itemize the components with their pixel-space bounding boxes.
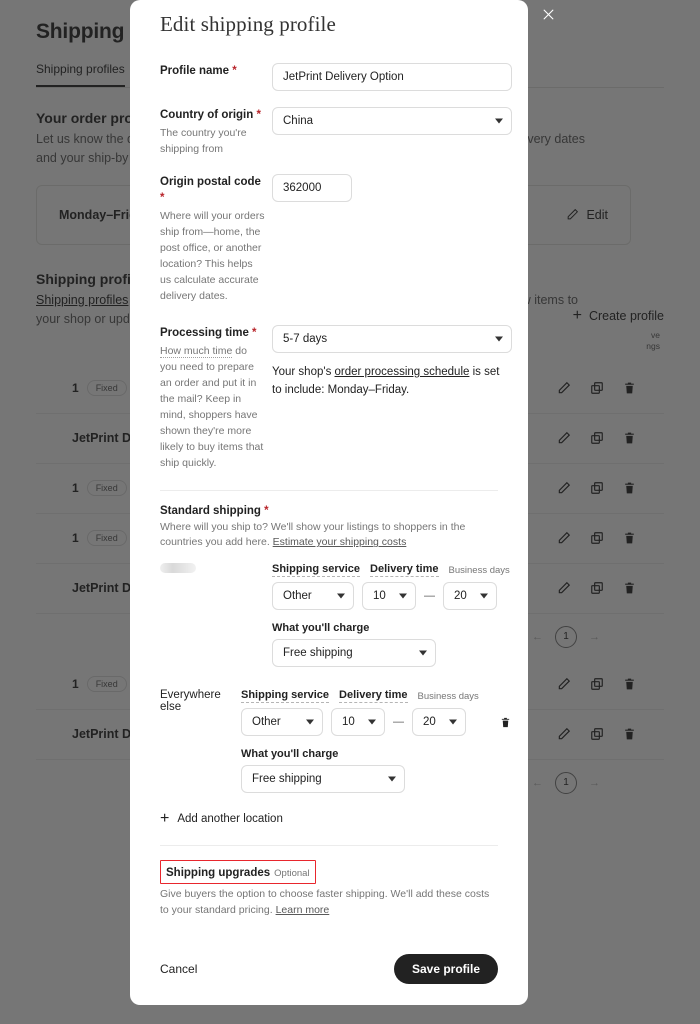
country-of-origin-help: The country you're shipping from	[160, 127, 247, 156]
save-profile-button[interactable]: Save profile	[393, 954, 498, 984]
modal-footer: Cancel Save profile	[130, 933, 528, 1005]
processing-time-field: Processing time * How much time do you n…	[146, 305, 512, 472]
shipping-service-label: Shipping service	[241, 689, 330, 704]
chevron-down-icon	[388, 776, 396, 782]
chevron-down-icon	[368, 719, 376, 725]
shipping-upgrades-description: Give buyers the option to choose faster …	[160, 888, 490, 916]
dialog-title: Edit shipping profile	[160, 12, 336, 36]
optional-tag: Optional	[274, 868, 310, 880]
chevron-down-icon	[399, 593, 407, 599]
delete-location-icon[interactable]	[498, 716, 512, 729]
shipping-service-label: Shipping service	[272, 563, 361, 578]
shipping-upgrades-section: Shipping upgrades Optional Give buyers th…	[146, 846, 512, 919]
chevron-down-icon	[419, 650, 427, 656]
profile-name-input[interactable]: JetPrint Delivery Option	[272, 63, 512, 91]
edit-shipping-profile-dialog: Edit shipping profile Profile name * Jet…	[130, 0, 528, 1005]
country-of-origin-select[interactable]: China	[272, 107, 512, 135]
chevron-down-icon	[495, 336, 503, 342]
origin-postal-code-input[interactable]: 362000	[272, 174, 352, 202]
shipping-location-name: Everywhere else	[160, 689, 221, 714]
estimate-shipping-costs-link[interactable]: Estimate your shipping costs	[273, 536, 407, 548]
processing-time-label: Processing time *	[160, 326, 257, 339]
country-of-origin-label: Country of origin *	[160, 109, 261, 121]
add-location-label: Add another location	[177, 813, 283, 826]
shipping-location-row: Shipping service Delivery time Business …	[146, 551, 512, 668]
required-marker: *	[252, 326, 257, 339]
origin-postal-code-field: Origin postal code * Where will your ord…	[146, 158, 512, 305]
cancel-button[interactable]: Cancel	[160, 962, 197, 976]
modal-body: Edit shipping profile Profile name * Jet…	[130, 0, 528, 933]
required-marker: *	[256, 109, 261, 121]
chevron-down-icon	[306, 719, 314, 725]
range-dash: —	[424, 590, 435, 603]
chevron-down-icon	[480, 593, 488, 599]
loading-skeleton	[160, 563, 196, 574]
business-days-label: Business days	[448, 565, 510, 577]
delivery-max-select[interactable]: 20	[412, 708, 466, 737]
standard-shipping-section: Standard shipping * Where will you ship …	[146, 491, 512, 552]
shipping-upgrades-title: Shipping upgrades	[166, 867, 271, 880]
processing-time-select[interactable]: 5-7 days	[272, 324, 512, 353]
required-marker: *	[232, 65, 237, 77]
shipping-upgrade-row: Destination International Upgrade Fast S…	[146, 919, 512, 934]
shipping-location-name	[146, 563, 272, 667]
profile-name-field: Profile name * JetPrint Delivery Option	[146, 37, 512, 91]
processing-time-help-emphasis: How much time	[160, 345, 233, 358]
processing-time-help: How much time do you need to prepare an …	[160, 345, 264, 469]
shipping-service-select[interactable]: Other	[241, 708, 323, 737]
country-of-origin-field: Country of origin * The country you're s…	[146, 91, 512, 158]
shipping-service-select[interactable]: Other	[272, 582, 354, 611]
delivery-time-label: Delivery time	[370, 563, 439, 578]
charge-label: What you'll charge	[241, 748, 339, 761]
range-dash: —	[393, 716, 404, 729]
shipping-upgrades-highlight: Shipping upgrades Optional	[160, 860, 316, 885]
delivery-min-select[interactable]: 10	[331, 708, 385, 737]
learn-more-link[interactable]: Learn more	[276, 904, 330, 916]
business-days-label: Business days	[417, 691, 479, 703]
processing-schedule-note: Your shop's order processing schedule is…	[272, 365, 500, 397]
origin-postal-code-help: Where will your orders ship from—home, t…	[160, 210, 265, 302]
processing-time-value: 5-7 days	[283, 332, 328, 345]
close-icon[interactable]	[536, 2, 560, 26]
profile-name-label: Profile name *	[160, 65, 237, 77]
add-another-location-button[interactable]: + Add another location	[146, 793, 512, 827]
charge-label: What you'll charge	[272, 622, 370, 635]
plus-icon: +	[160, 810, 170, 828]
standard-shipping-description: Where will you ship to? We'll show your …	[160, 520, 466, 549]
delivery-min-select[interactable]: 10	[362, 582, 416, 611]
chevron-down-icon	[337, 593, 345, 599]
origin-postal-code-label: Origin postal code *	[160, 176, 261, 205]
required-marker: *	[264, 504, 269, 517]
order-processing-schedule-link[interactable]: order processing schedule	[335, 366, 470, 378]
delivery-max-select[interactable]: 20	[443, 582, 497, 611]
required-marker: *	[160, 192, 165, 205]
charge-select[interactable]: Free shipping	[241, 765, 405, 794]
shipping-location-row: Everywhere else Shipping service Deliver…	[146, 667, 512, 794]
charge-select[interactable]: Free shipping	[272, 639, 436, 668]
delivery-time-label: Delivery time	[339, 689, 408, 704]
chevron-down-icon	[495, 118, 503, 124]
chevron-down-icon	[449, 719, 457, 725]
standard-shipping-title: Standard shipping *	[160, 504, 269, 517]
country-of-origin-value: China	[283, 115, 314, 127]
